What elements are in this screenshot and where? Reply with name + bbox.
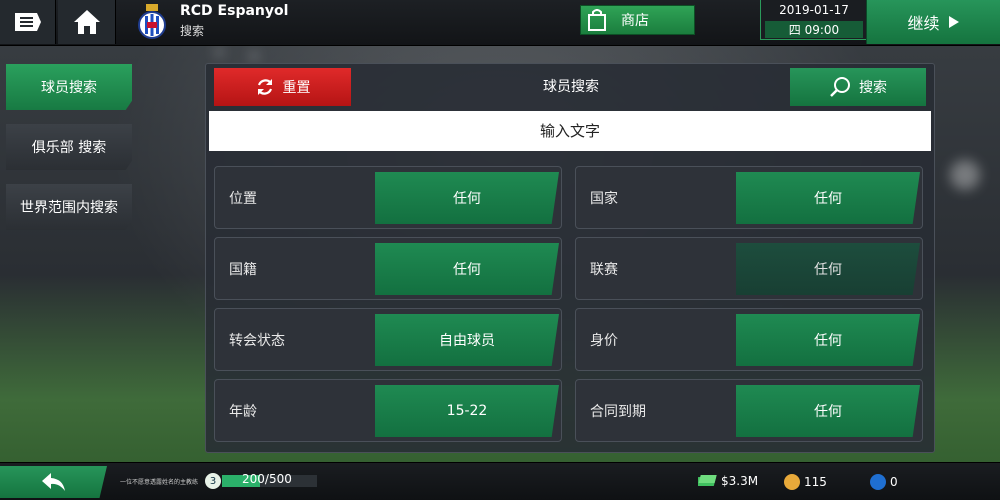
- filter-value: 身价 任何: [575, 308, 923, 371]
- money-icon: [698, 475, 717, 486]
- refresh-icon: [257, 79, 272, 95]
- filter-country: 国家 任何: [575, 166, 923, 229]
- continue-label: 继续: [907, 14, 940, 33]
- coins-display: 115: [784, 474, 827, 490]
- club-crest-icon: [138, 4, 166, 39]
- filter-contract-expiry-select[interactable]: 任何: [736, 385, 920, 437]
- sidebar-item-label: 俱乐部 搜索: [31, 140, 107, 156]
- filter-country-select[interactable]: 任何: [736, 172, 920, 224]
- filter-label: 合同到期: [590, 404, 646, 420]
- filter-league-select[interactable]: 任何: [736, 243, 920, 295]
- shop-button[interactable]: 商店: [580, 5, 695, 35]
- time-text: 四 09:00: [765, 21, 863, 38]
- sidebar-item-world-search[interactable]: 世界范围内搜索: [6, 184, 132, 230]
- stadium-light: [215, 48, 223, 56]
- reset-label: 重置: [282, 80, 311, 96]
- reset-button[interactable]: 重置: [214, 68, 351, 106]
- filter-transfer-status-select[interactable]: 自由球员: [375, 314, 559, 366]
- continue-button[interactable]: 继续: [866, 0, 1000, 44]
- filter-transfer-status: 转会状态 自由球员: [214, 308, 562, 371]
- gem-icon: [870, 474, 886, 490]
- filter-age-select[interactable]: 15-22: [375, 385, 559, 437]
- money-value: $3.3M: [721, 474, 759, 488]
- filter-label: 国籍: [229, 262, 257, 278]
- filter-position-select[interactable]: 任何: [375, 172, 559, 224]
- page-subtitle: 搜索: [180, 24, 205, 38]
- date-display: 2019-01-17 四 09:00: [760, 0, 868, 40]
- filter-nationality-select[interactable]: 任何: [375, 243, 559, 295]
- shop-bag-icon: [588, 9, 606, 31]
- search-icon: [830, 77, 850, 97]
- search-text-input[interactable]: [209, 111, 931, 151]
- shop-label: 商店: [621, 13, 649, 29]
- coin-icon: [784, 474, 800, 490]
- search-button[interactable]: 搜索: [790, 68, 926, 106]
- filter-label: 位置: [229, 191, 257, 207]
- money-display: $3.3M: [698, 474, 758, 488]
- bottom-bar: 一位不愿意透露姓名的主教练 3 200/500 $3.3M 115 0: [0, 462, 1000, 500]
- sidebar-item-label: 世界范围内搜索: [20, 200, 118, 216]
- stadium-light: [950, 160, 980, 190]
- search-panel: 重置 球员搜索 搜索 位置 任何 国家 任何 国籍 任何 联赛 任何 转会状态 …: [205, 63, 935, 453]
- gems-value: 0: [890, 475, 898, 489]
- panel-title: 球员搜索: [543, 79, 599, 95]
- level-badge: 3: [205, 473, 221, 489]
- filter-label: 联赛: [590, 262, 618, 278]
- home-icon: [73, 10, 100, 34]
- menu-icon: [14, 13, 41, 31]
- filter-contract-expiry: 合同到期 任何: [575, 379, 923, 442]
- home-button[interactable]: [58, 0, 116, 44]
- filter-value-select[interactable]: 任何: [736, 314, 920, 366]
- top-bar: RCD Espanyol 搜索 商店 2019-01-17 四 09:00 继续: [0, 0, 1000, 46]
- filter-position: 位置 任何: [214, 166, 562, 229]
- sidebar-item-player-search[interactable]: 球员搜索: [6, 64, 132, 110]
- filter-label: 转会状态: [229, 333, 285, 349]
- stadium-light: [250, 52, 258, 60]
- filter-label: 年龄: [229, 404, 257, 420]
- back-arrow-icon: [41, 473, 65, 491]
- search-label: 搜索: [859, 80, 887, 96]
- xp-text: 200/500: [242, 472, 292, 486]
- filter-label: 国家: [590, 191, 618, 207]
- filter-label: 身价: [590, 333, 618, 349]
- back-button[interactable]: [0, 466, 107, 498]
- filter-league: 联赛 任何: [575, 237, 923, 300]
- menu-button[interactable]: [0, 0, 56, 44]
- coins-value: 115: [804, 475, 827, 489]
- gems-display: 0: [870, 474, 898, 490]
- date-text: 2019-01-17: [779, 3, 849, 17]
- coach-note: 一位不愿意透露姓名的主教练: [120, 479, 199, 486]
- club-name: RCD Espanyol: [180, 3, 289, 19]
- sidebar-item-label: 球员搜索: [41, 80, 97, 96]
- arrow-right-icon: [948, 16, 959, 28]
- sidebar-item-club-search[interactable]: 俱乐部 搜索: [6, 124, 132, 170]
- filter-nationality: 国籍 任何: [214, 237, 562, 300]
- filter-age: 年龄 15-22: [214, 379, 562, 442]
